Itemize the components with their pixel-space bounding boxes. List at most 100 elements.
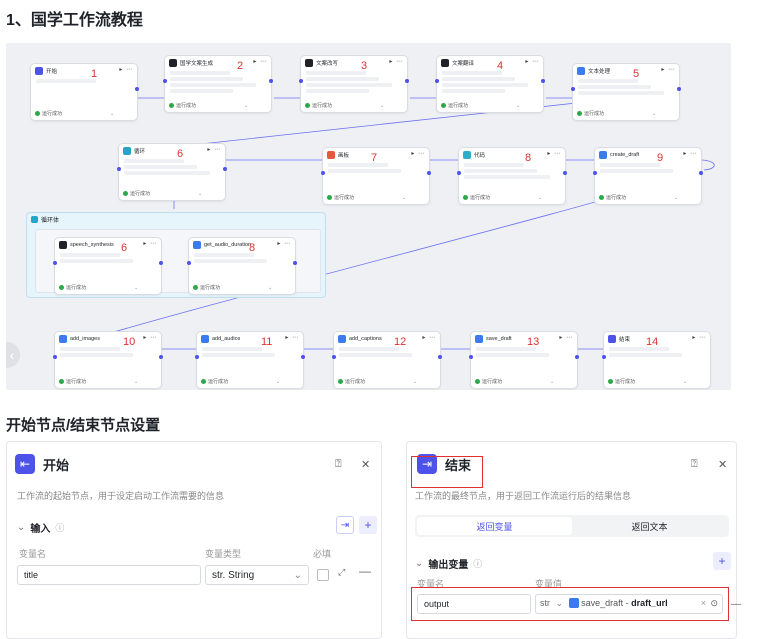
chevron-down-icon[interactable]: ⌄	[674, 195, 678, 201]
workflow-node-n13[interactable]: save_draft 13 ▸ ⋯ 运行成功 ⌄	[469, 331, 579, 389]
output-port[interactable]	[438, 355, 442, 359]
help-icon[interactable]: ⍰	[691, 458, 698, 471]
node-menu-icon[interactable]: ▸ ⋯	[119, 66, 133, 73]
input-port[interactable]	[299, 79, 303, 83]
chevron-down-icon[interactable]: ⌄	[652, 111, 656, 117]
output-port[interactable]	[677, 87, 681, 91]
node-menu-icon[interactable]: ▸ ⋯	[253, 58, 267, 65]
output-port[interactable]	[563, 171, 567, 175]
workflow-node-n7[interactable]: 画板 7 ▸ ⋯ 运行成功 ⌄	[321, 147, 431, 205]
input-port[interactable]	[571, 87, 575, 91]
output-name-input[interactable]: output	[417, 594, 531, 614]
workflow-node-n6b[interactable]: speech_synthesis 6 ▸ ⋯ 运行成功 ⌄	[53, 237, 163, 295]
workflow-node-n9[interactable]: create_draft 9 ▸ ⋯ 运行成功 ⌄	[593, 147, 703, 205]
node-menu-icon[interactable]: ▸ ⋯	[661, 66, 675, 73]
workflow-node-n11[interactable]: add_audios 11 ▸ ⋯ 运行成功 ⌄	[195, 331, 305, 389]
node-menu-icon[interactable]: ▸ ⋯	[143, 334, 157, 341]
input-port[interactable]	[602, 355, 606, 359]
output-port[interactable]	[405, 79, 409, 83]
output-port[interactable]	[223, 167, 227, 171]
chevron-down-icon[interactable]: ⌄	[402, 195, 406, 201]
tab-return-text[interactable]: 返回文本	[572, 517, 727, 535]
input-port[interactable]	[53, 261, 57, 265]
chevron-down-icon[interactable]: ⌄	[276, 379, 280, 385]
node-menu-icon[interactable]: ▸ ⋯	[683, 150, 697, 157]
workflow-canvas[interactable]: 循环体 开始 1 ▸ ⋯ 运行成功 ⌄ 国学文案生成 2 ▸ ⋯ 运行成功 ⌄ 文案改写 3 ▸ ⋯ 运行…	[6, 43, 731, 390]
output-port[interactable]	[541, 79, 545, 83]
node-menu-icon[interactable]: ▸ ⋯	[525, 58, 539, 65]
chevron-down-icon[interactable]: ⌄	[413, 379, 417, 385]
chevron-down-icon[interactable]: ⌄	[134, 285, 138, 291]
node-menu-icon[interactable]: ▸ ⋯	[422, 334, 436, 341]
chevron-down-icon[interactable]: ⌄	[110, 111, 114, 117]
expand-icon[interactable]: ⤢	[338, 567, 345, 578]
clear-icon[interactable]: ×	[701, 598, 706, 608]
output-port[interactable]	[135, 87, 139, 91]
input-section-header[interactable]: ⌄ 输入 ⓘ	[17, 520, 64, 535]
node-menu-icon[interactable]: ▸ ⋯	[547, 150, 561, 157]
output-port[interactable]	[269, 79, 273, 83]
workflow-node-n8[interactable]: 代码 8 ▸ ⋯ 运行成功 ⌄	[457, 147, 567, 205]
output-port[interactable]	[159, 355, 163, 359]
add-input-button[interactable]: +	[359, 516, 377, 534]
variable-type-select[interactable]: str. String ⌄	[205, 565, 309, 585]
close-icon[interactable]: ✕	[361, 458, 370, 471]
node-menu-icon[interactable]: ▸ ⋯	[207, 146, 221, 153]
workflow-node-n8b[interactable]: get_audio_duration 8 ▸ ⋯ 运行成功 ⌄	[187, 237, 297, 295]
node-menu-icon[interactable]: ▸ ⋯	[692, 334, 706, 341]
remove-icon[interactable]: —	[359, 564, 371, 578]
output-port[interactable]	[293, 261, 297, 265]
output-port[interactable]	[699, 171, 703, 175]
node-menu-icon[interactable]: ▸ ⋯	[285, 334, 299, 341]
workflow-node-n10[interactable]: add_images 10 ▸ ⋯ 运行成功 ⌄	[53, 331, 163, 389]
chevron-down-icon[interactable]: ⌄	[198, 191, 202, 197]
chevron-down-icon[interactable]: ⌄	[244, 103, 248, 109]
node-menu-icon[interactable]: ▸ ⋯	[389, 58, 403, 65]
output-section-header[interactable]: ⌄ 输出变量 ⓘ	[415, 556, 482, 571]
close-icon[interactable]: ✕	[718, 458, 727, 471]
output-port[interactable]	[301, 355, 305, 359]
input-port[interactable]	[321, 171, 325, 175]
workflow-node-n2[interactable]: 国学文案生成 2 ▸ ⋯ 运行成功 ⌄	[163, 55, 273, 113]
input-port[interactable]	[195, 355, 199, 359]
workflow-node-n14[interactable]: 结束 14 ▸ ⋯ 运行成功 ⌄	[602, 331, 711, 389]
workflow-node-n5[interactable]: 文本处理 5 ▸ ⋯ 运行成功 ⌄	[571, 63, 681, 121]
output-port[interactable]	[575, 355, 579, 359]
node-menu-icon[interactable]: ▸ ⋯	[559, 334, 573, 341]
chevron-down-icon[interactable]: ⌄	[134, 379, 138, 385]
output-value-reference[interactable]: str ⌄ save_draft - draft_url × ⊙	[535, 594, 723, 614]
workflow-node-n6[interactable]: 循环 6 ▸ ⋯ 运行成功 ⌄	[117, 143, 227, 201]
add-output-button[interactable]: +	[713, 552, 731, 570]
input-port[interactable]	[117, 167, 121, 171]
output-port[interactable]	[159, 261, 163, 265]
input-port[interactable]	[163, 79, 167, 83]
workflow-node-n4[interactable]: 文案翻译 4 ▸ ⋯ 运行成功 ⌄	[435, 55, 545, 113]
input-port[interactable]	[593, 171, 597, 175]
input-port[interactable]	[53, 355, 57, 359]
chevron-down-icon[interactable]: ⌄	[516, 103, 520, 109]
tab-return-variables[interactable]: 返回变量	[417, 517, 572, 535]
node-menu-icon[interactable]: ▸ ⋯	[143, 240, 157, 247]
settings-icon[interactable]: ⊙	[710, 598, 718, 609]
input-port[interactable]	[457, 171, 461, 175]
chevron-down-icon[interactable]: ⌄	[268, 285, 272, 291]
required-checkbox[interactable]	[317, 569, 329, 581]
input-port[interactable]	[469, 355, 473, 359]
output-port[interactable]	[427, 171, 431, 175]
input-port[interactable]	[332, 355, 336, 359]
input-port[interactable]	[187, 261, 191, 265]
node-menu-icon[interactable]: ▸ ⋯	[277, 240, 291, 247]
chevron-down-icon[interactable]: ⌄	[538, 195, 542, 201]
chevron-down-icon[interactable]: ⌄	[683, 379, 687, 385]
help-icon[interactable]: ⍰	[335, 458, 342, 471]
import-icon[interactable]: ⇥	[336, 516, 354, 534]
chevron-down-icon[interactable]: ⌄	[380, 103, 384, 109]
chevron-down-icon[interactable]: ⌄	[550, 379, 554, 385]
variable-name-input[interactable]: title	[17, 565, 201, 585]
remove-icon[interactable]: —	[731, 599, 741, 610]
workflow-node-n1[interactable]: 开始 1 ▸ ⋯ 运行成功 ⌄	[30, 63, 139, 121]
workflow-node-n3[interactable]: 文案改写 3 ▸ ⋯ 运行成功 ⌄	[299, 55, 409, 113]
workflow-node-n12[interactable]: add_captions 12 ▸ ⋯ 运行成功 ⌄	[332, 331, 442, 389]
input-port[interactable]	[435, 79, 439, 83]
node-menu-icon[interactable]: ▸ ⋯	[411, 150, 425, 157]
